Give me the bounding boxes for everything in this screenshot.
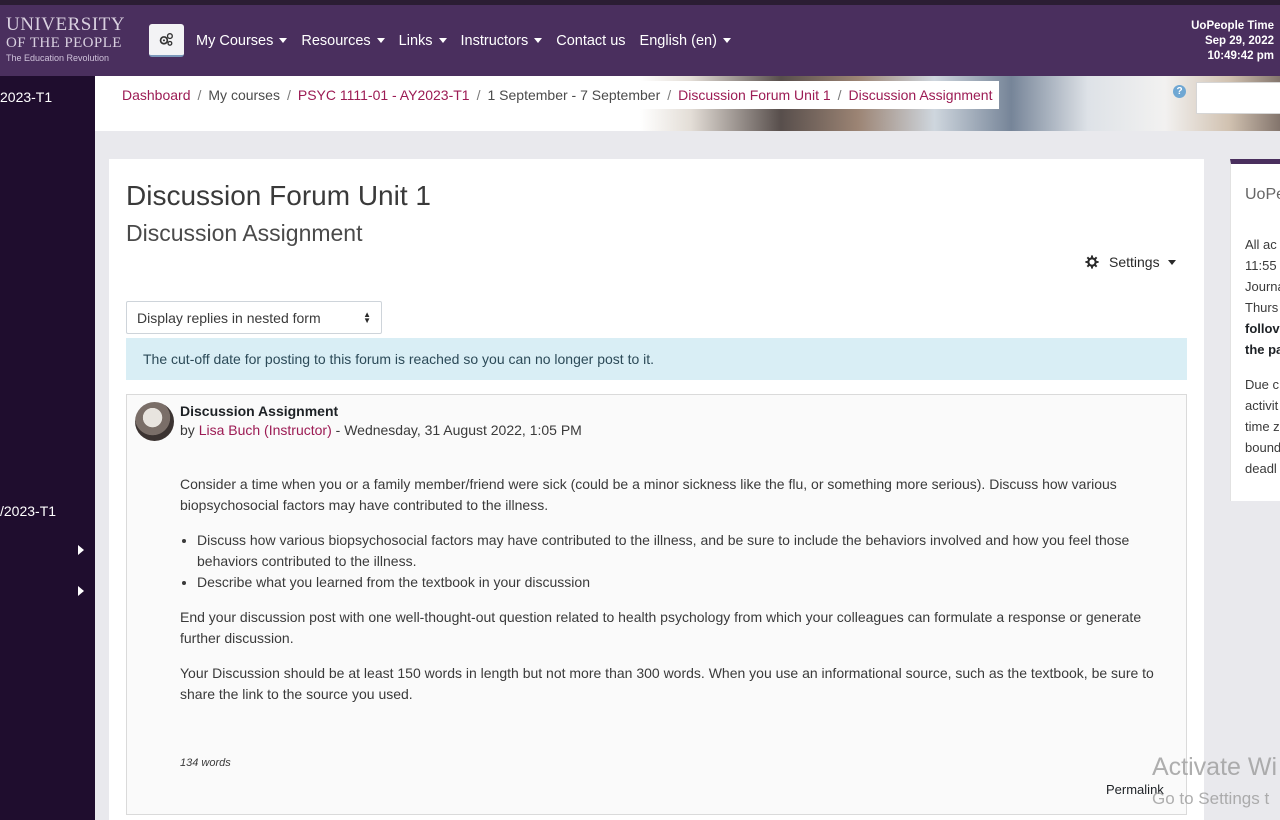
forum-post: Discussion Assignment by Lisa Buch (Inst… xyxy=(126,394,1187,815)
author-link[interactable]: Lisa Buch (Instructor) xyxy=(199,422,332,438)
post-content: Consider a time when you or a family mem… xyxy=(180,474,1170,719)
post-subject: Discussion Assignment xyxy=(180,403,339,419)
nav-resources-label: Resources xyxy=(301,32,371,49)
block-text-line: Journa xyxy=(1245,279,1280,294)
discussion-title: Discussion Assignment xyxy=(126,220,363,246)
time-label: UoPeople Time xyxy=(1191,20,1274,32)
nav-links-label: Links xyxy=(398,32,433,49)
settings-label: Settings xyxy=(1109,254,1160,270)
breadcrumb: Dashboard / My courses / PSYC 1111-01 - … xyxy=(115,81,1000,109)
header-search-box[interactable] xyxy=(1196,82,1280,114)
logo-tagline: The Education Revolution xyxy=(6,53,110,63)
left-drawer: 2023-T1 /2023-T1 xyxy=(0,76,95,820)
breadcrumb-forum[interactable]: Discussion Forum Unit 1 xyxy=(678,87,831,103)
post-paragraph: Your Discussion should be at least 150 w… xyxy=(180,665,1154,702)
settings-menu-button[interactable]: Settings xyxy=(1085,254,1176,270)
nav-instructors-label: Instructors xyxy=(460,32,529,49)
breadcrumb-my-courses: My courses xyxy=(208,87,280,103)
block-text-line: Thurs xyxy=(1245,300,1279,315)
chevron-down-icon xyxy=(722,38,731,43)
chevron-down-icon xyxy=(1167,259,1176,265)
uopeople-time: UoPeople Time Sep 29, 2022 10:49:42 pm xyxy=(1191,19,1274,64)
word-count: 134 words xyxy=(180,757,231,769)
activation-watermark: Activate Wi xyxy=(1152,753,1278,781)
post-bullet: Describe what you learned from the textb… xyxy=(197,572,1170,593)
nav-links[interactable]: Links xyxy=(399,33,447,49)
author-avatar[interactable] xyxy=(135,402,174,441)
block-text-line: bound xyxy=(1245,440,1280,455)
breadcrumb-separator: / xyxy=(476,87,481,103)
cogs-icon xyxy=(159,33,173,46)
block-title: UoPe xyxy=(1245,186,1280,203)
site-logo[interactable]: UNIVERSITY OF THE PEOPLE The Education R… xyxy=(6,14,138,64)
display-mode-select[interactable]: Display replies in nested form ▲ ▼ xyxy=(126,301,382,334)
post-paragraph: End your discussion post with one well-t… xyxy=(180,609,1142,646)
block-text-line: All ac xyxy=(1245,237,1277,252)
post-date: - Wednesday, 31 August 2022, 1:05 PM xyxy=(335,422,582,438)
breadcrumb-course[interactable]: PSYC 1111-01 - AY2023-T1 xyxy=(298,87,470,103)
uopeople-time-block: UoPe All ac 11:55 Journa Thurs follov th… xyxy=(1230,159,1280,501)
nav-language[interactable]: English (en) xyxy=(640,33,731,49)
block-text-line: time z xyxy=(1245,419,1280,434)
breadcrumb-separator: / xyxy=(286,87,291,103)
byline-by: by xyxy=(180,422,195,438)
breadcrumb-dashboard[interactable]: Dashboard xyxy=(122,87,191,103)
block-text-line: 11:55 xyxy=(1245,258,1277,273)
breadcrumb-section: 1 September - 7 September xyxy=(487,87,661,103)
help-icon[interactable]: ? xyxy=(1173,85,1186,98)
breadcrumb-separator: / xyxy=(197,87,202,103)
page-title: Discussion Forum Unit 1 xyxy=(126,180,431,211)
site-admin-button[interactable] xyxy=(149,24,184,57)
nav-my-courses[interactable]: My Courses xyxy=(196,32,288,49)
block-text-line: the pa xyxy=(1245,342,1280,357)
activation-watermark-sub: Go to Settings t xyxy=(1152,789,1270,808)
drawer-course-item[interactable]: 2023-T1 xyxy=(0,89,52,105)
time-date: Sep 29, 2022 xyxy=(1204,35,1274,47)
top-navbar: UNIVERSITY OF THE PEOPLE The Education R… xyxy=(0,5,1280,76)
cutoff-notice: The cut-off date for posting to this for… xyxy=(126,338,1187,380)
nav-instructors[interactable]: Instructors xyxy=(461,33,543,49)
logo-line1: UNIVERSITY xyxy=(6,14,125,35)
block-text-line: deadl xyxy=(1245,461,1277,476)
breadcrumb-separator: / xyxy=(837,87,842,103)
post-bullet-list: Discuss how various biopsychosocial fact… xyxy=(197,530,1170,593)
block-text-line: follov xyxy=(1245,321,1280,336)
nav-my-courses-label: My Courses xyxy=(196,32,274,49)
block-text-line: activit xyxy=(1245,398,1279,413)
expand-arrow-icon[interactable] xyxy=(78,545,84,555)
cutoff-notice-text: The cut-off date for posting to this for… xyxy=(143,351,655,367)
nav-contact-us-label: Contact us xyxy=(556,32,626,49)
breadcrumb-discussion[interactable]: Discussion Assignment xyxy=(849,87,993,103)
drawer-course-item-2[interactable]: /2023-T1 xyxy=(0,503,56,519)
post-byline: by Lisa Buch (Instructor) - Wednesday, 3… xyxy=(180,422,582,438)
display-mode-value: Display replies in nested form xyxy=(137,309,321,326)
nav-menu: My Courses Resources Links Instructors C… xyxy=(196,5,745,76)
nav-language-label: English (en) xyxy=(639,32,717,49)
post-paragraph: Consider a time when you or a family mem… xyxy=(180,476,1117,513)
chevron-down-icon xyxy=(438,38,447,43)
chevron-down-icon xyxy=(376,38,385,43)
expand-arrow-icon[interactable] xyxy=(78,586,84,596)
block-text-line: Due c xyxy=(1245,377,1279,392)
nav-resources[interactable]: Resources xyxy=(301,32,385,49)
select-arrows-icon: ▲ ▼ xyxy=(363,310,371,325)
chevron-down-icon xyxy=(534,38,543,43)
nav-contact-us[interactable]: Contact us xyxy=(556,33,625,49)
time-clock: 10:49:42 pm xyxy=(1207,50,1274,62)
chevron-down-icon xyxy=(279,38,288,43)
post-bullet: Discuss how various biopsychosocial fact… xyxy=(197,530,1170,572)
gear-icon xyxy=(1085,255,1099,269)
logo-line2: OF THE PEOPLE xyxy=(6,35,122,51)
main-content-card: Discussion Forum Unit 1 Discussion Assig… xyxy=(109,159,1204,820)
breadcrumb-separator: / xyxy=(667,87,672,103)
